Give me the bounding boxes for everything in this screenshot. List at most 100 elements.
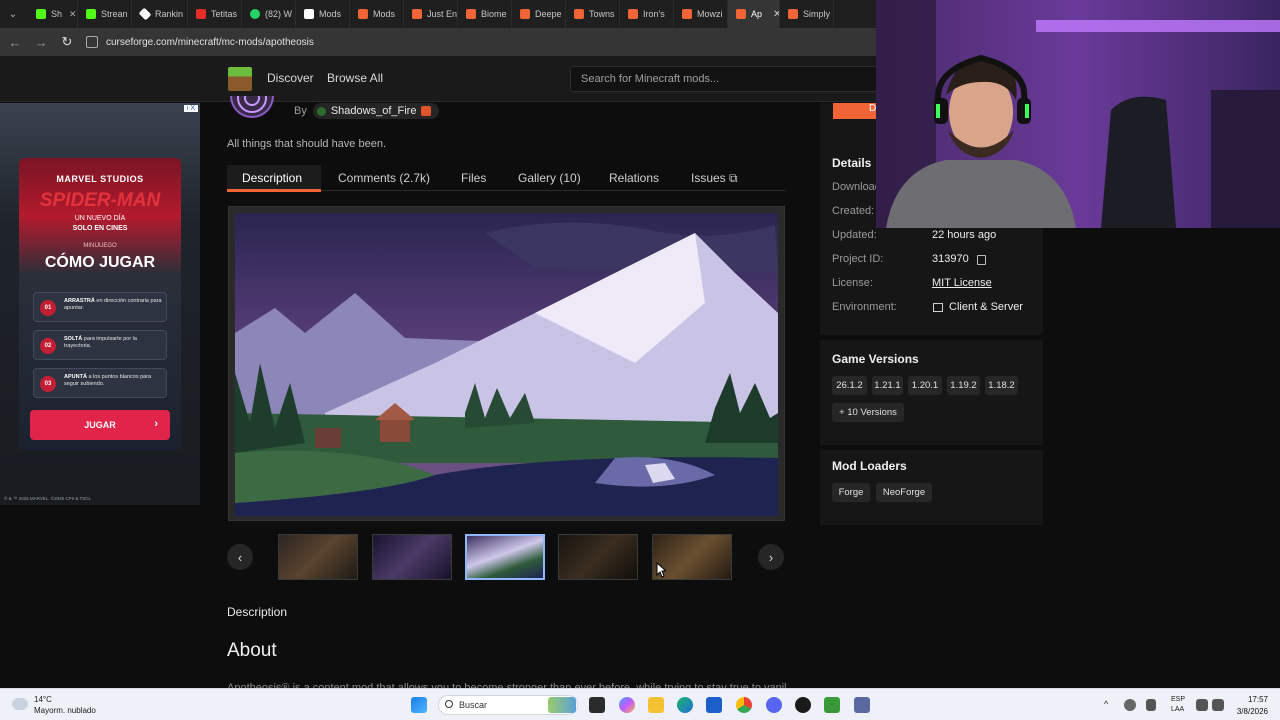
ad-play-button[interactable]: JUGAR ›	[30, 410, 170, 440]
tray-icon[interactable]	[1124, 699, 1136, 711]
browser-tab[interactable]: Rankin	[132, 0, 188, 28]
ad-card[interactable]: MARVEL STUDIOS SPIDER-MAN UN NUEVO DÍA S…	[19, 158, 181, 450]
store-icon[interactable]	[706, 697, 722, 713]
search-input[interactable]: Search for Minecraft mods...	[570, 66, 900, 92]
mod-loaders-title: Mod Loaders	[832, 459, 907, 473]
tab-search-chevron-icon[interactable]: ⌄	[4, 5, 22, 23]
project-avatar	[230, 96, 274, 118]
tab-comments[interactable]: Comments (2.7k)	[338, 171, 430, 185]
ad-legal: © & ™ 2026 MARVEL. ©2026 CPII & TSCL	[4, 496, 92, 501]
loader-chip[interactable]: NeoForge	[876, 483, 932, 502]
wifi-icon[interactable]	[1196, 699, 1208, 711]
environment-value: Client & Server	[949, 301, 1023, 313]
search-icon	[445, 700, 453, 708]
version-chip[interactable]: 1.19.2	[947, 376, 980, 395]
detail-label: Updated:	[832, 229, 877, 241]
copy-icon[interactable]	[977, 255, 986, 265]
search-highlight-icon[interactable]	[548, 697, 576, 713]
browser-tab[interactable]: (82) W	[242, 0, 296, 28]
tab-issues[interactable]: Issues ⧉	[691, 171, 738, 186]
site-info-icon[interactable]	[86, 36, 98, 48]
browser-tab[interactable]: Sh ✕	[28, 0, 78, 28]
browser-tab[interactable]: Iron's	[620, 0, 674, 28]
browser-tab[interactable]: Just En	[404, 0, 458, 28]
ad-choices-icon[interactable]: i X	[183, 105, 198, 112]
mute-icon[interactable]: ✕	[69, 9, 77, 20]
browser-tab[interactable]: Mods	[296, 0, 350, 28]
obs-icon[interactable]	[795, 697, 811, 713]
file-explorer-icon[interactable]	[648, 697, 664, 713]
more-versions-chip[interactable]: + 10 Versions	[832, 403, 904, 422]
detail-label: Environment:	[832, 301, 897, 313]
windows-start-icon[interactable]	[411, 697, 427, 713]
minecraft-icon[interactable]	[824, 697, 840, 713]
gallery-thumbnail[interactable]	[278, 534, 358, 580]
close-tab-icon[interactable]: ✕	[773, 9, 779, 20]
tab-gallery[interactable]: Gallery (10)	[518, 171, 581, 185]
about-heading: About	[227, 640, 277, 661]
license-link[interactable]: MIT License	[932, 277, 992, 289]
browser-tab-active[interactable]: Ap✕	[728, 0, 780, 28]
browser-tab[interactable]: Strean	[78, 0, 132, 28]
back-icon[interactable]: ←	[4, 31, 26, 53]
loader-chip[interactable]: Forge	[832, 483, 870, 502]
updated-value: 22 hours ago	[932, 229, 997, 241]
microphone-icon[interactable]	[1146, 699, 1156, 711]
curseforge-icon	[466, 9, 476, 19]
curseforge-icon	[736, 9, 746, 19]
author-row: By Shadows_of_Fire	[294, 103, 440, 119]
version-chip[interactable]: 26.1.2	[832, 376, 867, 395]
clock-date[interactable]: 3/8/2026	[1228, 707, 1268, 716]
volume-icon[interactable]	[1212, 699, 1224, 711]
tab-files[interactable]: Files	[461, 171, 486, 185]
chrome-icon[interactable]	[736, 697, 752, 713]
clock-time[interactable]: 17:57	[1232, 695, 1268, 704]
browser-tab[interactable]: Mowzi	[674, 0, 728, 28]
nav-discover[interactable]: Discover	[267, 71, 314, 85]
environment-icon	[933, 303, 943, 312]
description-label: Description	[227, 605, 288, 619]
gallery-prev-button[interactable]: ‹	[227, 544, 253, 570]
weather-temp[interactable]: 14°C	[34, 695, 52, 704]
weather-desc[interactable]: Mayorm. nublado	[34, 706, 96, 715]
tray-chevron-icon[interactable]: ^	[1104, 699, 1108, 709]
game-versions-title: Game Versions	[832, 352, 919, 366]
language-top[interactable]: ESP	[1171, 696, 1185, 703]
mouse-cursor-icon	[656, 562, 666, 578]
author-link[interactable]: Shadows_of_Fire	[312, 103, 440, 119]
red-site-icon	[196, 9, 206, 19]
url-text: curseforge.com/minecraft/mc-mods/apotheo…	[106, 36, 314, 48]
browser-tab[interactable]: Deepe	[512, 0, 566, 28]
gallery-thumbnail[interactable]	[372, 534, 452, 580]
ad-studio: MARVEL STUDIOS	[56, 174, 144, 184]
language-bottom[interactable]: LAA	[1171, 706, 1184, 713]
task-view-icon[interactable]	[589, 697, 605, 713]
browser-tab[interactable]: Simply	[780, 0, 834, 28]
browser-tab[interactable]: Mods	[350, 0, 404, 28]
reload-icon[interactable]: ↻	[56, 31, 78, 53]
forward-icon[interactable]: →	[30, 31, 52, 53]
version-chip[interactable]: 1.21.1	[872, 376, 903, 395]
curseforge-icon	[682, 9, 692, 19]
gallery-image[interactable]	[228, 206, 785, 521]
gallery-next-button[interactable]: ›	[758, 544, 784, 570]
edge-icon[interactable]	[677, 697, 693, 713]
nav-browse-all[interactable]: Browse All	[327, 71, 383, 85]
browser-tab[interactable]: Tetitas	[188, 0, 242, 28]
browser-tab[interactable]: Biome	[458, 0, 512, 28]
version-chip[interactable]: 1.20.1	[908, 376, 942, 395]
gallery-thumbnail[interactable]	[558, 534, 638, 580]
minecraft-logo-icon[interactable]	[228, 67, 252, 91]
tab-relations[interactable]: Relations	[609, 171, 659, 185]
curseforge-icon	[412, 9, 422, 19]
app-icon[interactable]	[854, 697, 870, 713]
version-chip[interactable]: 1.18.2	[985, 376, 1018, 395]
tab-description[interactable]: Description	[242, 171, 302, 185]
cloud-icon[interactable]	[12, 698, 28, 710]
copilot-icon[interactable]	[619, 697, 635, 713]
browser-tab[interactable]: Towns	[566, 0, 620, 28]
discord-icon[interactable]	[766, 697, 782, 713]
curseforge-icon	[628, 9, 638, 19]
gallery-thumbnail-selected[interactable]	[465, 534, 545, 580]
advertisement[interactable]: i X MARVEL STUDIOS SPIDER-MAN UN NUEVO D…	[0, 103, 200, 505]
